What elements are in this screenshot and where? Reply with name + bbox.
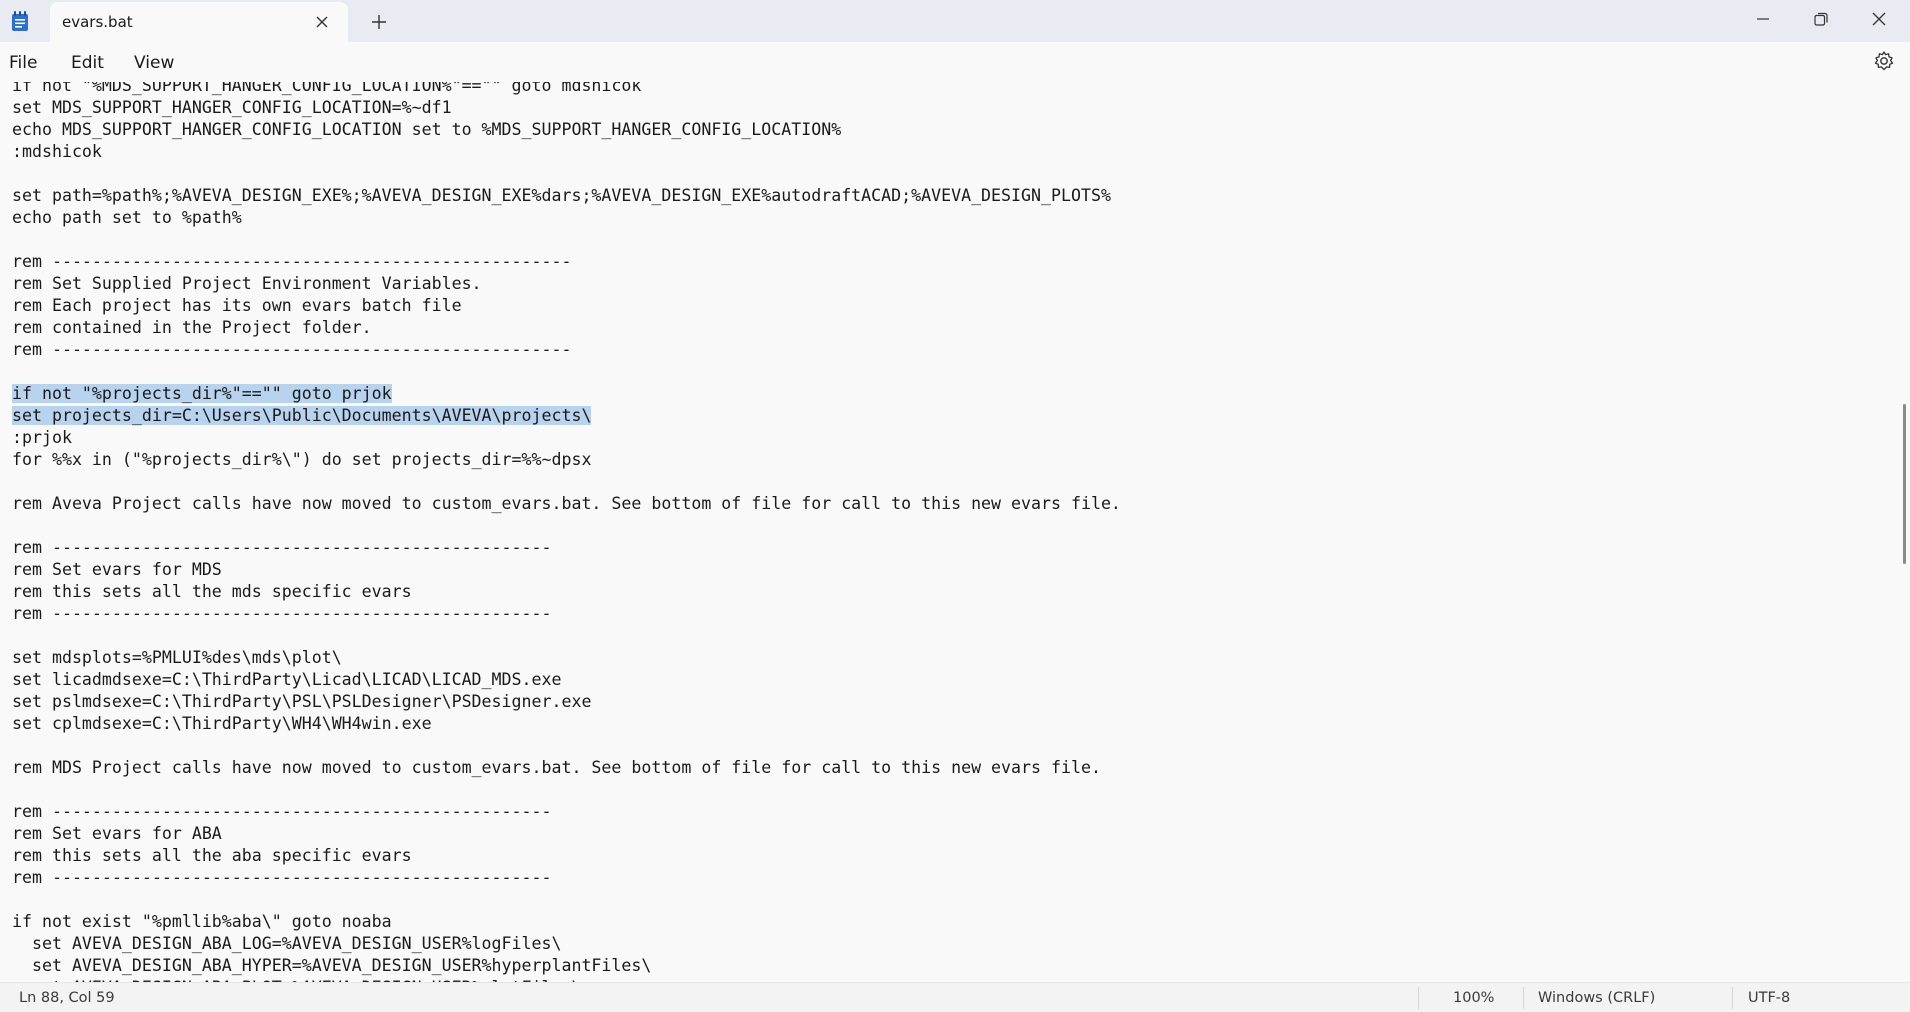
code-line-text: rem MDS Project calls have now moved to … — [12, 758, 1101, 777]
code-line: set path=%path%;%AVEVA_DESIGN_EXE%;%AVEV… — [12, 185, 1111, 207]
code-line: if not "%projects_dir%"=="" goto prjok — [12, 383, 392, 405]
code-line-text: rem Set evars for MDS — [12, 560, 222, 579]
code-line: rem Set evars for MDS — [12, 559, 222, 581]
code-line: :prjok — [12, 427, 72, 449]
code-line: rem ------------------------------------… — [12, 801, 551, 823]
status-bar: Ln 88, Col 59 100% Windows (CRLF) UTF-8 — [0, 982, 1910, 1012]
code-line-text: echo path set to %path% — [12, 208, 242, 227]
minimize-icon — [1757, 18, 1769, 20]
close-icon — [1872, 12, 1886, 26]
plus-icon[interactable] — [368, 11, 390, 33]
code-line-text: rem ------------------------------------… — [12, 604, 552, 623]
code-line: set AVEVA_DESIGN_ABA_HYPER=%AVEVA_DESIGN… — [12, 955, 651, 977]
menu-edit[interactable]: Edit — [71, 53, 104, 73]
code-line: rem ------------------------------------… — [12, 867, 551, 889]
code-line-text: rem contained in the Project folder. — [12, 318, 372, 337]
code-line: for %%x in ("%projects_dir%\") do set pr… — [12, 449, 591, 471]
code-line: rem this sets all the aba specific evars — [12, 845, 412, 867]
code-line-text: set licadmdsexe=C:\ThirdParty\Licad\LICA… — [12, 670, 562, 689]
code-line-text: rem this sets all the mds specific evars — [12, 582, 412, 601]
code-line-text: rem ------------------------------------… — [12, 340, 572, 359]
text-editor[interactable]: if not "%MDS_SUPPORT_HANGER_CONFIG_LOCAT… — [0, 82, 1898, 982]
code-line: rem Set Supplied Project Environment Var… — [12, 273, 482, 295]
code-line-text: rem Set evars for ABA — [12, 824, 222, 843]
code-line: set AVEVA_DESIGN_ABA_LOG=%AVEVA_DESIGN_U… — [12, 933, 562, 955]
code-line: set licadmdsexe=C:\ThirdParty\Licad\LICA… — [12, 669, 561, 691]
code-line-text: rem ------------------------------------… — [12, 868, 552, 887]
code-line-text: set AVEVA_DESIGN_ABA_HYPER=%AVEVA_DESIGN… — [12, 956, 652, 975]
code-line: rem contained in the Project folder. — [12, 317, 372, 339]
code-line-text: rem Set Supplied Project Environment Var… — [12, 274, 482, 293]
code-line-text: if not "%MDS_SUPPORT_HANGER_CONFIG_LOCAT… — [12, 82, 642, 95]
code-line-text: rem ------------------------------------… — [12, 802, 552, 821]
code-line: rem Each project has its own evars batch… — [12, 295, 462, 317]
code-line-text: set AVEVA_DESIGN_ABA_LOG=%AVEVA_DESIGN_U… — [12, 934, 562, 953]
scrollbar-thumb[interactable] — [1903, 404, 1906, 564]
code-line-text: set path=%path%;%AVEVA_DESIGN_EXE%;%AVEV… — [12, 186, 1111, 205]
tab-title: evars.bat — [62, 13, 133, 31]
close-button[interactable] — [1851, 0, 1907, 38]
code-line-text: set MDS_SUPPORT_HANGER_CONFIG_LOCATION=%… — [12, 98, 452, 117]
code-line-text: echo MDS_SUPPORT_HANGER_CONFIG_LOCATION … — [12, 120, 842, 139]
code-line: echo path set to %path% — [12, 207, 242, 229]
code-line: echo MDS_SUPPORT_HANGER_CONFIG_LOCATION … — [12, 119, 841, 141]
line-ending[interactable]: Windows (CRLF) — [1538, 990, 1655, 1006]
divider — [1732, 987, 1733, 1009]
code-line: set MDS_SUPPORT_HANGER_CONFIG_LOCATION=%… — [12, 97, 452, 119]
file-tab[interactable]: evars.bat — [50, 2, 348, 42]
code-line-text: rem ------------------------------------… — [12, 538, 552, 557]
code-line: if not "%MDS_SUPPORT_HANGER_CONFIG_LOCAT… — [12, 82, 641, 97]
code-line-text: set pslmdsexe=C:\ThirdParty\PSL\PSLDesig… — [12, 692, 592, 711]
code-line: rem ------------------------------------… — [12, 251, 571, 273]
code-line: :mdshicok — [12, 141, 102, 163]
code-line: rem ------------------------------------… — [12, 603, 551, 625]
code-line: set pslmdsexe=C:\ThirdParty\PSL\PSLDesig… — [12, 691, 591, 713]
vertical-scrollbar[interactable] — [1900, 82, 1910, 982]
code-line-text: :mdshicok — [12, 142, 102, 161]
code-line: set projects_dir=C:\Users\Public\Documen… — [12, 405, 592, 427]
code-line: rem MDS Project calls have now moved to … — [12, 757, 1101, 779]
zoom-level[interactable]: 100% — [1453, 990, 1494, 1006]
encoding[interactable]: UTF-8 — [1748, 990, 1790, 1006]
minimize-button[interactable] — [1735, 0, 1791, 38]
code-line-text: rem Each project has its own evars batch… — [12, 296, 462, 315]
code-line: rem ------------------------------------… — [12, 537, 551, 559]
title-bar: evars.bat — [0, 0, 1910, 42]
menu-file[interactable]: File — [9, 53, 37, 73]
code-line: rem Aveva Project calls have now moved t… — [12, 493, 1121, 515]
code-line-text: set projects_dir=C:\Users\Public\Documen… — [12, 406, 592, 425]
code-line-text: for %%x in ("%projects_dir%\") do set pr… — [12, 450, 592, 469]
code-line: rem this sets all the mds specific evars — [12, 581, 412, 603]
divider — [1418, 987, 1419, 1009]
code-line-text: set cplmdsexe=C:\ThirdParty\WH4\WH4win.e… — [12, 714, 432, 733]
notepad-icon — [11, 11, 29, 32]
gear-icon[interactable] — [1873, 50, 1895, 72]
code-line: set cplmdsexe=C:\ThirdParty\WH4\WH4win.e… — [12, 713, 432, 735]
restore-icon — [1814, 12, 1828, 26]
code-line: rem ------------------------------------… — [12, 339, 571, 361]
code-line-text: if not "%projects_dir%"=="" goto prjok — [12, 384, 392, 403]
code-line-text: set mdsplots=%PMLUI%des\mds\plot\ — [12, 648, 342, 667]
divider — [1523, 987, 1524, 1009]
code-line: set mdsplots=%PMLUI%des\mds\plot\ — [12, 647, 342, 669]
maximize-button[interactable] — [1793, 0, 1849, 38]
code-line-text: rem Aveva Project calls have now moved t… — [12, 494, 1121, 513]
menu-view[interactable]: View — [134, 53, 174, 73]
code-line: if not exist "%pmllib%aba\" goto noaba — [12, 911, 392, 933]
menu-bar: File Edit View — [0, 42, 1910, 82]
code-line-text: rem ------------------------------------… — [12, 252, 572, 271]
cursor-position: Ln 88, Col 59 — [19, 990, 115, 1006]
code-line-text: rem this sets all the aba specific evars — [12, 846, 412, 865]
close-icon[interactable] — [312, 12, 332, 32]
code-line-text: :prjok — [12, 428, 72, 447]
code-line: rem Set evars for ABA — [12, 823, 222, 845]
code-line-text: if not exist "%pmllib%aba\" goto noaba — [12, 912, 392, 931]
